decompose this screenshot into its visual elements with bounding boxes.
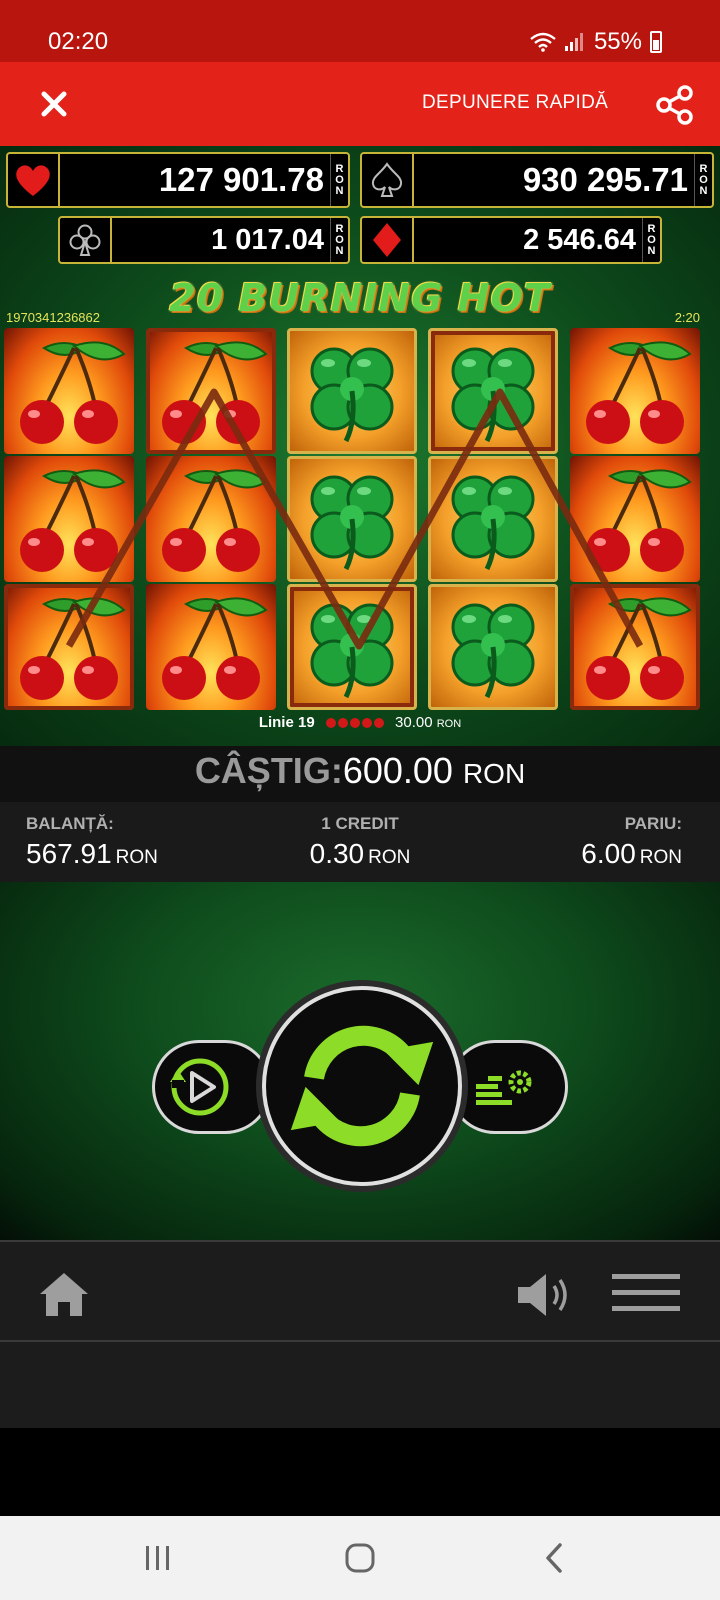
site-bottom-nav	[0, 1240, 720, 1342]
cherry-symbol	[570, 584, 700, 710]
close-icon	[41, 91, 67, 117]
home-button[interactable]	[38, 1270, 90, 1318]
share-icon	[656, 85, 693, 125]
jackpot-diamonds: 2 546.64 RON	[360, 216, 662, 264]
clover-symbol	[287, 584, 417, 710]
balance-value: 567.91	[26, 838, 112, 869]
jackpot-currency: RON	[642, 218, 660, 262]
battery-icon	[650, 31, 662, 53]
cherry-symbol	[146, 456, 276, 582]
wifi-icon	[530, 32, 556, 52]
jackpot-currency: RON	[330, 218, 348, 262]
cherry-symbol	[570, 456, 700, 582]
close-button[interactable]	[34, 84, 74, 124]
win-value: 600.00	[342, 750, 453, 791]
jackpot-currency: RON	[330, 154, 348, 206]
jackpot-clubs: 1 017.04 RON	[58, 216, 350, 264]
credit-label: 1 CREDIT	[321, 814, 399, 833]
club-suit-icon	[60, 218, 112, 262]
win-line-amount: 30.00	[395, 714, 433, 731]
menu-icon	[612, 1274, 680, 1311]
recents-button[interactable]	[138, 1542, 178, 1574]
android-home-button[interactable]	[340, 1540, 380, 1576]
jackpot-value: 2 546.64	[523, 224, 636, 256]
status-indicators: 55%	[530, 28, 662, 56]
reels	[4, 328, 716, 714]
heart-suit-icon	[8, 154, 60, 206]
blank-area	[0, 1428, 720, 1516]
cherry-symbol	[570, 328, 700, 454]
balance-currency: RON	[115, 847, 158, 868]
jackpot-value: 1 017.04	[211, 224, 324, 256]
balance-block: BALANȚĂ: 567.91 RON	[26, 814, 158, 870]
win-line-label: Linie 19	[258, 714, 315, 731]
home-icon	[40, 1273, 88, 1316]
balance-label: BALANȚĂ:	[26, 814, 114, 833]
win-currency: RON	[462, 758, 526, 789]
battery-percent: 55%	[593, 28, 642, 55]
game-title: 20 BURNING HOT	[169, 276, 551, 320]
win-label: CÂȘTIG:	[194, 750, 343, 791]
bet-settings-button[interactable]	[448, 1040, 568, 1134]
cherry-symbol	[146, 328, 276, 454]
cherry-symbol	[4, 456, 134, 582]
bet-block[interactable]: PARIU: 6.00 RON	[581, 814, 682, 870]
share-button[interactable]	[654, 84, 696, 126]
clover-symbol	[287, 456, 417, 582]
game-area: 127 901.78 RON 930 295.71 RON 1 017.04 R…	[0, 146, 720, 746]
credit-block[interactable]: 1 CREDIT 0.30 RON	[300, 814, 420, 870]
sound-button[interactable]	[516, 1272, 572, 1318]
bet-currency: RON	[639, 847, 682, 868]
round-id: 1970341236862	[6, 310, 100, 325]
clover-symbol	[428, 456, 558, 582]
bet-settings-icon	[476, 1070, 532, 1105]
cherry-symbol	[4, 328, 134, 454]
diamond-suit-icon	[362, 218, 414, 262]
jackpot-value: 127 901.78	[158, 161, 324, 198]
back-button[interactable]	[540, 1540, 572, 1576]
clover-symbol	[428, 584, 558, 710]
spin-button[interactable]	[262, 986, 462, 1186]
android-home-icon	[345, 1543, 375, 1573]
android-navigation-bar	[0, 1516, 720, 1600]
recents-icon	[146, 1546, 169, 1570]
bet-label: PARIU:	[624, 814, 682, 833]
top-header: DEPUNERE RAPIDĂ	[0, 62, 720, 146]
controls-panel	[0, 882, 720, 1240]
status-bar: 02:20 55%	[0, 0, 720, 62]
site-footer-bar	[0, 1342, 720, 1428]
jackpot-hearts: 127 901.78 RON	[6, 152, 350, 208]
jackpot-spades: 930 295.71 RON	[360, 152, 714, 208]
autoplay-button[interactable]	[152, 1040, 272, 1134]
clover-symbol	[287, 328, 417, 454]
win-bar: CÂȘTIG:600.00 RON	[0, 746, 720, 802]
credit-value: 0.30	[309, 838, 365, 869]
autoplay-icon	[170, 1058, 229, 1116]
cherry-symbol	[146, 584, 276, 710]
spin-icon	[290, 1025, 434, 1147]
win-line-symbols	[325, 714, 389, 731]
back-icon	[546, 1543, 562, 1573]
clover-symbol	[428, 328, 558, 454]
bet-value: 6.00	[581, 838, 636, 869]
jackpot-value: 930 295.71	[522, 161, 688, 198]
jackpot-currency: RON	[694, 154, 712, 206]
quick-deposit-button[interactable]: DEPUNERE RAPIDĂ	[422, 92, 608, 114]
win-line-info: Linie 19 30.00 RON	[0, 714, 720, 731]
credit-currency: RON	[368, 847, 411, 868]
sound-icon	[518, 1274, 567, 1316]
spade-suit-icon	[362, 154, 414, 206]
game-clock: 2:20	[674, 310, 700, 325]
menu-button[interactable]	[610, 1272, 682, 1314]
signal-icon	[564, 33, 583, 51]
cherry-symbol	[4, 584, 134, 710]
info-bar: BALANȚĂ: 567.91 RON 1 CREDIT 0.30 RON PARI…	[0, 802, 720, 882]
status-time: 02:20	[48, 28, 109, 55]
win-line-currency: RON	[436, 718, 462, 730]
